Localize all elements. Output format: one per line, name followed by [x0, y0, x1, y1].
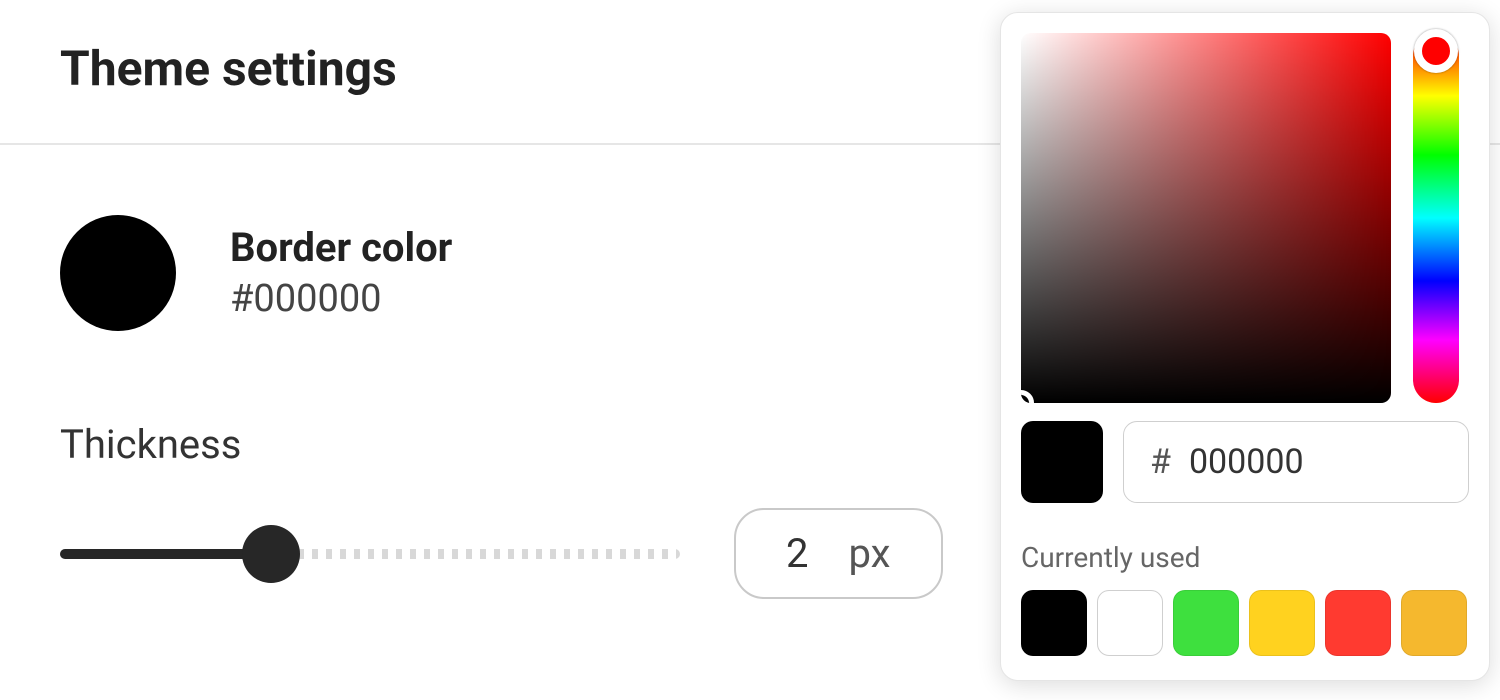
hex-input[interactable]: # 000000 — [1123, 421, 1469, 503]
sv-cursor[interactable] — [1021, 390, 1034, 403]
border-color-value: #000000 — [230, 277, 452, 321]
used-swatch-3[interactable] — [1249, 590, 1315, 656]
thickness-slider[interactable] — [60, 524, 680, 584]
border-color-label: Border color — [230, 225, 452, 271]
border-color-swatch[interactable] — [60, 215, 176, 331]
saturation-value-panel[interactable] — [1021, 33, 1391, 403]
thickness-input[interactable]: 2 px — [734, 508, 943, 599]
used-swatch-1[interactable] — [1097, 590, 1163, 656]
used-swatch-5[interactable] — [1401, 590, 1467, 656]
hex-value: 000000 — [1189, 442, 1304, 482]
thickness-unit: px — [848, 530, 890, 577]
used-swatch-4[interactable] — [1325, 590, 1391, 656]
slider-thumb[interactable] — [242, 525, 300, 583]
currently-used-label: Currently used — [1021, 541, 1469, 574]
hue-cursor[interactable] — [1414, 29, 1458, 73]
hex-hash: # — [1150, 442, 1171, 482]
used-swatch-0[interactable] — [1021, 590, 1087, 656]
color-picker: # 000000 Currently used — [1000, 12, 1490, 681]
currently-used-swatches — [1021, 590, 1469, 656]
used-swatch-2[interactable] — [1173, 590, 1239, 656]
thickness-value: 2 — [786, 530, 808, 577]
picker-current-swatch — [1021, 421, 1103, 503]
hue-slider[interactable] — [1413, 33, 1459, 403]
slider-fill — [60, 549, 271, 559]
